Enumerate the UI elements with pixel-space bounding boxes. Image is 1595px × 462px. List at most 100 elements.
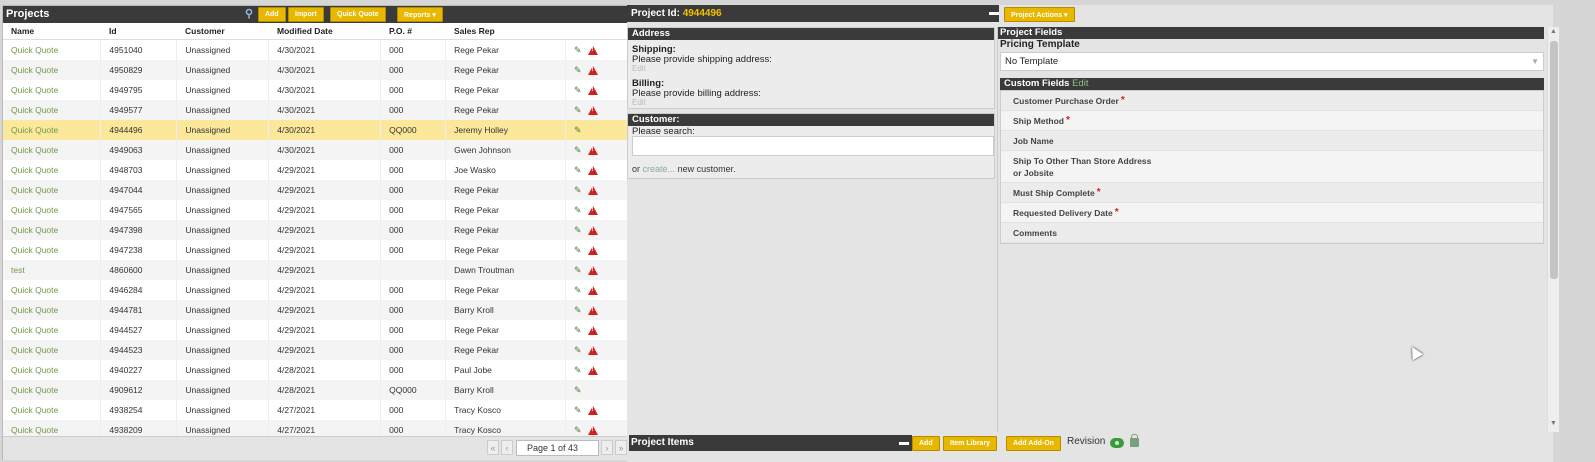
reports-button[interactable]: Reports ▾ bbox=[397, 7, 443, 22]
custom-field-row[interactable]: Requested Delivery Date * bbox=[1001, 203, 1543, 223]
next-page-button[interactable]: › bbox=[601, 440, 613, 455]
search-icon[interactable]: ⚲ bbox=[245, 8, 257, 20]
custom-field-row[interactable]: Must Ship Complete * bbox=[1001, 183, 1543, 203]
prev-page-button[interactable]: ‹ bbox=[501, 440, 513, 455]
scroll-down-icon[interactable]: ▼ bbox=[1550, 420, 1557, 427]
billing-edit-link[interactable]: Edit bbox=[628, 98, 994, 107]
table-row[interactable]: Quick Quote 4947238 Unassigned 4/29/2021 000… bbox=[3, 240, 634, 260]
table-row[interactable]: Quick Quote 4949063 Unassigned 4/30/2021 000… bbox=[3, 140, 634, 160]
table-row[interactable]: Quick Quote 4948703 Unassigned 4/29/2021 000… bbox=[3, 160, 634, 180]
project-name-link[interactable]: Quick Quote bbox=[3, 160, 102, 180]
table-row[interactable]: Quick Quote 4940227 Unassigned 4/28/2021 000… bbox=[3, 360, 634, 380]
pencil-edit-icon[interactable]: ✎ bbox=[574, 305, 588, 316]
scroll-up-icon[interactable]: ▲ bbox=[1550, 28, 1557, 35]
pencil-edit-icon[interactable]: ✎ bbox=[574, 165, 588, 176]
custom-field-row[interactable]: Ship To Other Than Store Address or Jobsi… bbox=[1001, 151, 1543, 183]
table-row[interactable]: Quick Quote 4944496 Unassigned 4/30/2021 QQ0… bbox=[3, 120, 634, 140]
project-name-link[interactable]: Quick Quote bbox=[3, 320, 102, 340]
collapse-items-icon[interactable] bbox=[899, 442, 909, 445]
table-row[interactable]: Quick Quote 4947044 Unassigned 4/29/2021 000… bbox=[3, 180, 634, 200]
table-row[interactable]: Quick Quote 4949795 Unassigned 4/30/2021 000… bbox=[3, 80, 634, 100]
import-button[interactable]: Import bbox=[288, 7, 324, 22]
project-name-link[interactable]: Quick Quote bbox=[3, 380, 102, 400]
revision-toggle[interactable] bbox=[1110, 438, 1124, 448]
pencil-edit-icon[interactable]: ✎ bbox=[574, 245, 588, 256]
pencil-edit-icon[interactable]: ✎ bbox=[574, 385, 588, 396]
custom-field-row[interactable]: Ship Method * bbox=[1001, 111, 1543, 131]
project-name-link[interactable]: Quick Quote bbox=[3, 240, 102, 260]
page-indicator[interactable]: Page 1 of 43 bbox=[516, 440, 599, 456]
col-id[interactable]: Id bbox=[101, 26, 177, 36]
project-actions-button[interactable]: Project Actions ▾ bbox=[1004, 7, 1075, 22]
pencil-edit-icon[interactable]: ✎ bbox=[574, 405, 588, 416]
shipping-edit-link[interactable]: Edit bbox=[628, 64, 994, 73]
quick-quote-button[interactable]: Quick Quote bbox=[330, 7, 386, 22]
pencil-edit-icon[interactable]: ✎ bbox=[574, 85, 588, 96]
project-name-link[interactable]: Quick Quote bbox=[3, 400, 102, 420]
project-name-link[interactable]: Quick Quote bbox=[3, 340, 102, 360]
table-row[interactable]: Quick Quote 4950829 Unassigned 4/30/2021 000… bbox=[3, 60, 634, 80]
custom-field-row[interactable]: Comments bbox=[1001, 223, 1543, 243]
pencil-edit-icon[interactable]: ✎ bbox=[574, 125, 588, 136]
project-name-link[interactable]: Quick Quote bbox=[3, 220, 102, 240]
table-row[interactable]: Quick Quote 4947398 Unassigned 4/29/2021 000… bbox=[3, 220, 634, 240]
table-row[interactable]: Quick Quote 4947565 Unassigned 4/29/2021 000… bbox=[3, 200, 634, 220]
project-name-link[interactable]: Quick Quote bbox=[3, 300, 102, 320]
table-row[interactable]: test 4860600 Unassigned 4/29/2021 Dawn Trout… bbox=[3, 260, 634, 280]
project-name-link[interactable]: Quick Quote bbox=[3, 140, 102, 160]
project-name-link[interactable]: Quick Quote bbox=[3, 200, 102, 220]
pencil-edit-icon[interactable]: ✎ bbox=[574, 425, 588, 436]
col-modified-date[interactable]: Modified Date bbox=[269, 26, 381, 36]
pencil-edit-icon[interactable]: ✎ bbox=[574, 105, 588, 116]
pencil-edit-icon[interactable]: ✎ bbox=[574, 205, 588, 216]
col-sales-rep[interactable]: Sales Rep bbox=[446, 26, 566, 36]
table-row[interactable]: Quick Quote 4944527 Unassigned 4/29/2021 000… bbox=[3, 320, 634, 340]
item-library-button[interactable]: Item Library bbox=[943, 436, 998, 451]
scroll-thumb[interactable] bbox=[1550, 41, 1558, 279]
project-name-link[interactable]: Quick Quote bbox=[3, 100, 102, 120]
pencil-edit-icon[interactable]: ✎ bbox=[574, 365, 588, 376]
project-name-link[interactable]: Quick Quote bbox=[3, 120, 102, 140]
add-project-button[interactable]: Add bbox=[258, 7, 286, 22]
project-name-link[interactable]: Quick Quote bbox=[3, 280, 102, 300]
add-add-on-button[interactable]: Add Add-On bbox=[1006, 436, 1061, 451]
table-row[interactable]: Quick Quote 4949577 Unassigned 4/30/2021 000… bbox=[3, 100, 634, 120]
custom-field-row[interactable]: Job Name bbox=[1001, 131, 1543, 151]
pencil-edit-icon[interactable]: ✎ bbox=[574, 325, 588, 336]
custom-field-row[interactable]: Customer Purchase Order * bbox=[1001, 91, 1543, 111]
pencil-edit-icon[interactable]: ✎ bbox=[574, 265, 588, 276]
create-customer-link[interactable]: create... bbox=[643, 164, 676, 174]
col-name[interactable]: Name bbox=[3, 26, 101, 36]
pencil-edit-icon[interactable]: ✎ bbox=[574, 185, 588, 196]
lock-icon[interactable] bbox=[1130, 434, 1139, 447]
add-item-button[interactable]: Add bbox=[912, 436, 940, 451]
customer-search-input[interactable] bbox=[632, 136, 994, 156]
col-po[interactable]: P.O. # bbox=[381, 26, 446, 36]
table-row[interactable]: Quick Quote 4946284 Unassigned 4/29/2021 000… bbox=[3, 280, 634, 300]
project-name-link[interactable]: test bbox=[3, 260, 102, 280]
project-name-link[interactable]: Quick Quote bbox=[3, 180, 102, 200]
table-row[interactable]: Quick Quote 4944523 Unassigned 4/29/2021 000… bbox=[3, 340, 634, 360]
pricing-template-select[interactable]: No Template ▼ bbox=[1000, 52, 1544, 71]
project-name-link[interactable]: Quick Quote bbox=[3, 40, 102, 60]
custom-fields-edit-link[interactable]: Edit bbox=[1072, 78, 1088, 89]
table-row[interactable]: Quick Quote 4909612 Unassigned 4/28/2021 QQ0… bbox=[3, 380, 634, 400]
pencil-edit-icon[interactable]: ✎ bbox=[574, 285, 588, 296]
last-page-button[interactable]: » bbox=[615, 440, 627, 455]
pencil-edit-icon[interactable]: ✎ bbox=[574, 45, 588, 56]
pencil-edit-icon[interactable]: ✎ bbox=[574, 65, 588, 76]
project-name-link[interactable]: Quick Quote bbox=[3, 360, 102, 380]
custom-fields-list: Customer Purchase Order * Ship Method * Job … bbox=[1000, 90, 1544, 244]
collapse-icon[interactable] bbox=[989, 12, 999, 15]
pencil-edit-icon[interactable]: ✎ bbox=[574, 225, 588, 236]
col-customer[interactable]: Customer bbox=[177, 26, 269, 36]
pencil-edit-icon[interactable]: ✎ bbox=[574, 145, 588, 156]
table-row[interactable]: Quick Quote 4938254 Unassigned 4/27/2021 000… bbox=[3, 400, 634, 420]
project-name-link[interactable]: Quick Quote bbox=[3, 80, 102, 100]
pencil-edit-icon[interactable]: ✎ bbox=[574, 345, 588, 356]
first-page-button[interactable]: « bbox=[487, 440, 499, 455]
table-row[interactable]: Quick Quote 4944781 Unassigned 4/29/2021 000… bbox=[3, 300, 634, 320]
table-row[interactable]: Quick Quote 4951040 Unassigned 4/30/2021 000… bbox=[3, 40, 634, 60]
scrollbar[interactable]: ▲ ▼ bbox=[1547, 27, 1559, 432]
project-name-link[interactable]: Quick Quote bbox=[3, 60, 102, 80]
